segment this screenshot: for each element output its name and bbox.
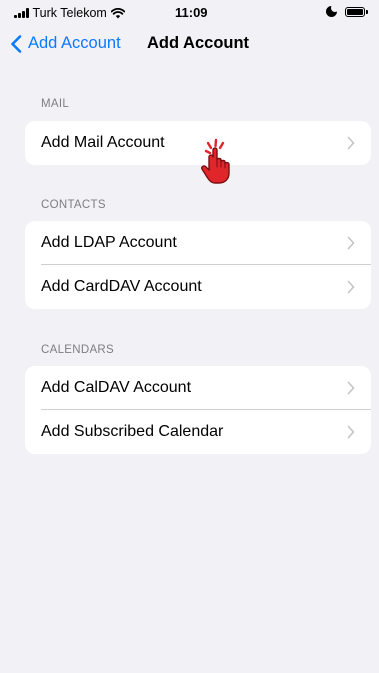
tap-hand-cursor-icon [201,138,230,184]
row-label: Add LDAP Account [41,234,177,251]
chevron-right-icon [347,280,355,294]
row-label: Add CalDAV Account [41,379,192,396]
wifi-icon [110,7,125,18]
carrier-group: Turk Telekom [14,6,125,20]
section-header-mail: MAIL [41,98,70,110]
status-time: 11:09 [175,5,208,20]
add-caldav-account-row[interactable]: Add CalDAV Account [25,366,371,410]
chevron-right-icon [347,381,355,395]
calendars-group: Add CalDAV Account Add Subscribed Calend… [25,366,371,454]
chevron-left-icon [11,34,22,53]
add-ldap-account-row[interactable]: Add LDAP Account [25,221,371,265]
back-button-label: Add Account [28,34,121,52]
status-right-icons [326,4,368,17]
carrier-name: Turk Telekom [32,6,107,20]
section-header-calendars: CALENDARS [41,344,114,356]
contacts-group: Add LDAP Account Add CardDAV Account [25,221,371,309]
add-carddav-account-row[interactable]: Add CardDAV Account [25,265,371,309]
add-subscribed-calendar-row[interactable]: Add Subscribed Calendar [25,410,371,454]
chevron-right-icon [347,136,355,150]
row-label: Add Subscribed Calendar [41,423,224,440]
signal-icon [14,8,29,18]
status-bar: Turk Telekom 11:09 [0,0,379,26]
page-title: Add Account [147,34,250,52]
chevron-right-icon [347,425,355,439]
chevron-right-icon [347,236,355,250]
back-button[interactable]: Add Account [10,34,121,53]
battery-icon [345,6,368,17]
navigation-bar: Add Account Add Account [0,28,379,64]
row-label: Add Mail Account [41,134,165,151]
section-header-contacts: CONTACTS [41,199,106,211]
row-label: Add CardDAV Account [41,278,202,295]
moon-icon [326,4,339,17]
